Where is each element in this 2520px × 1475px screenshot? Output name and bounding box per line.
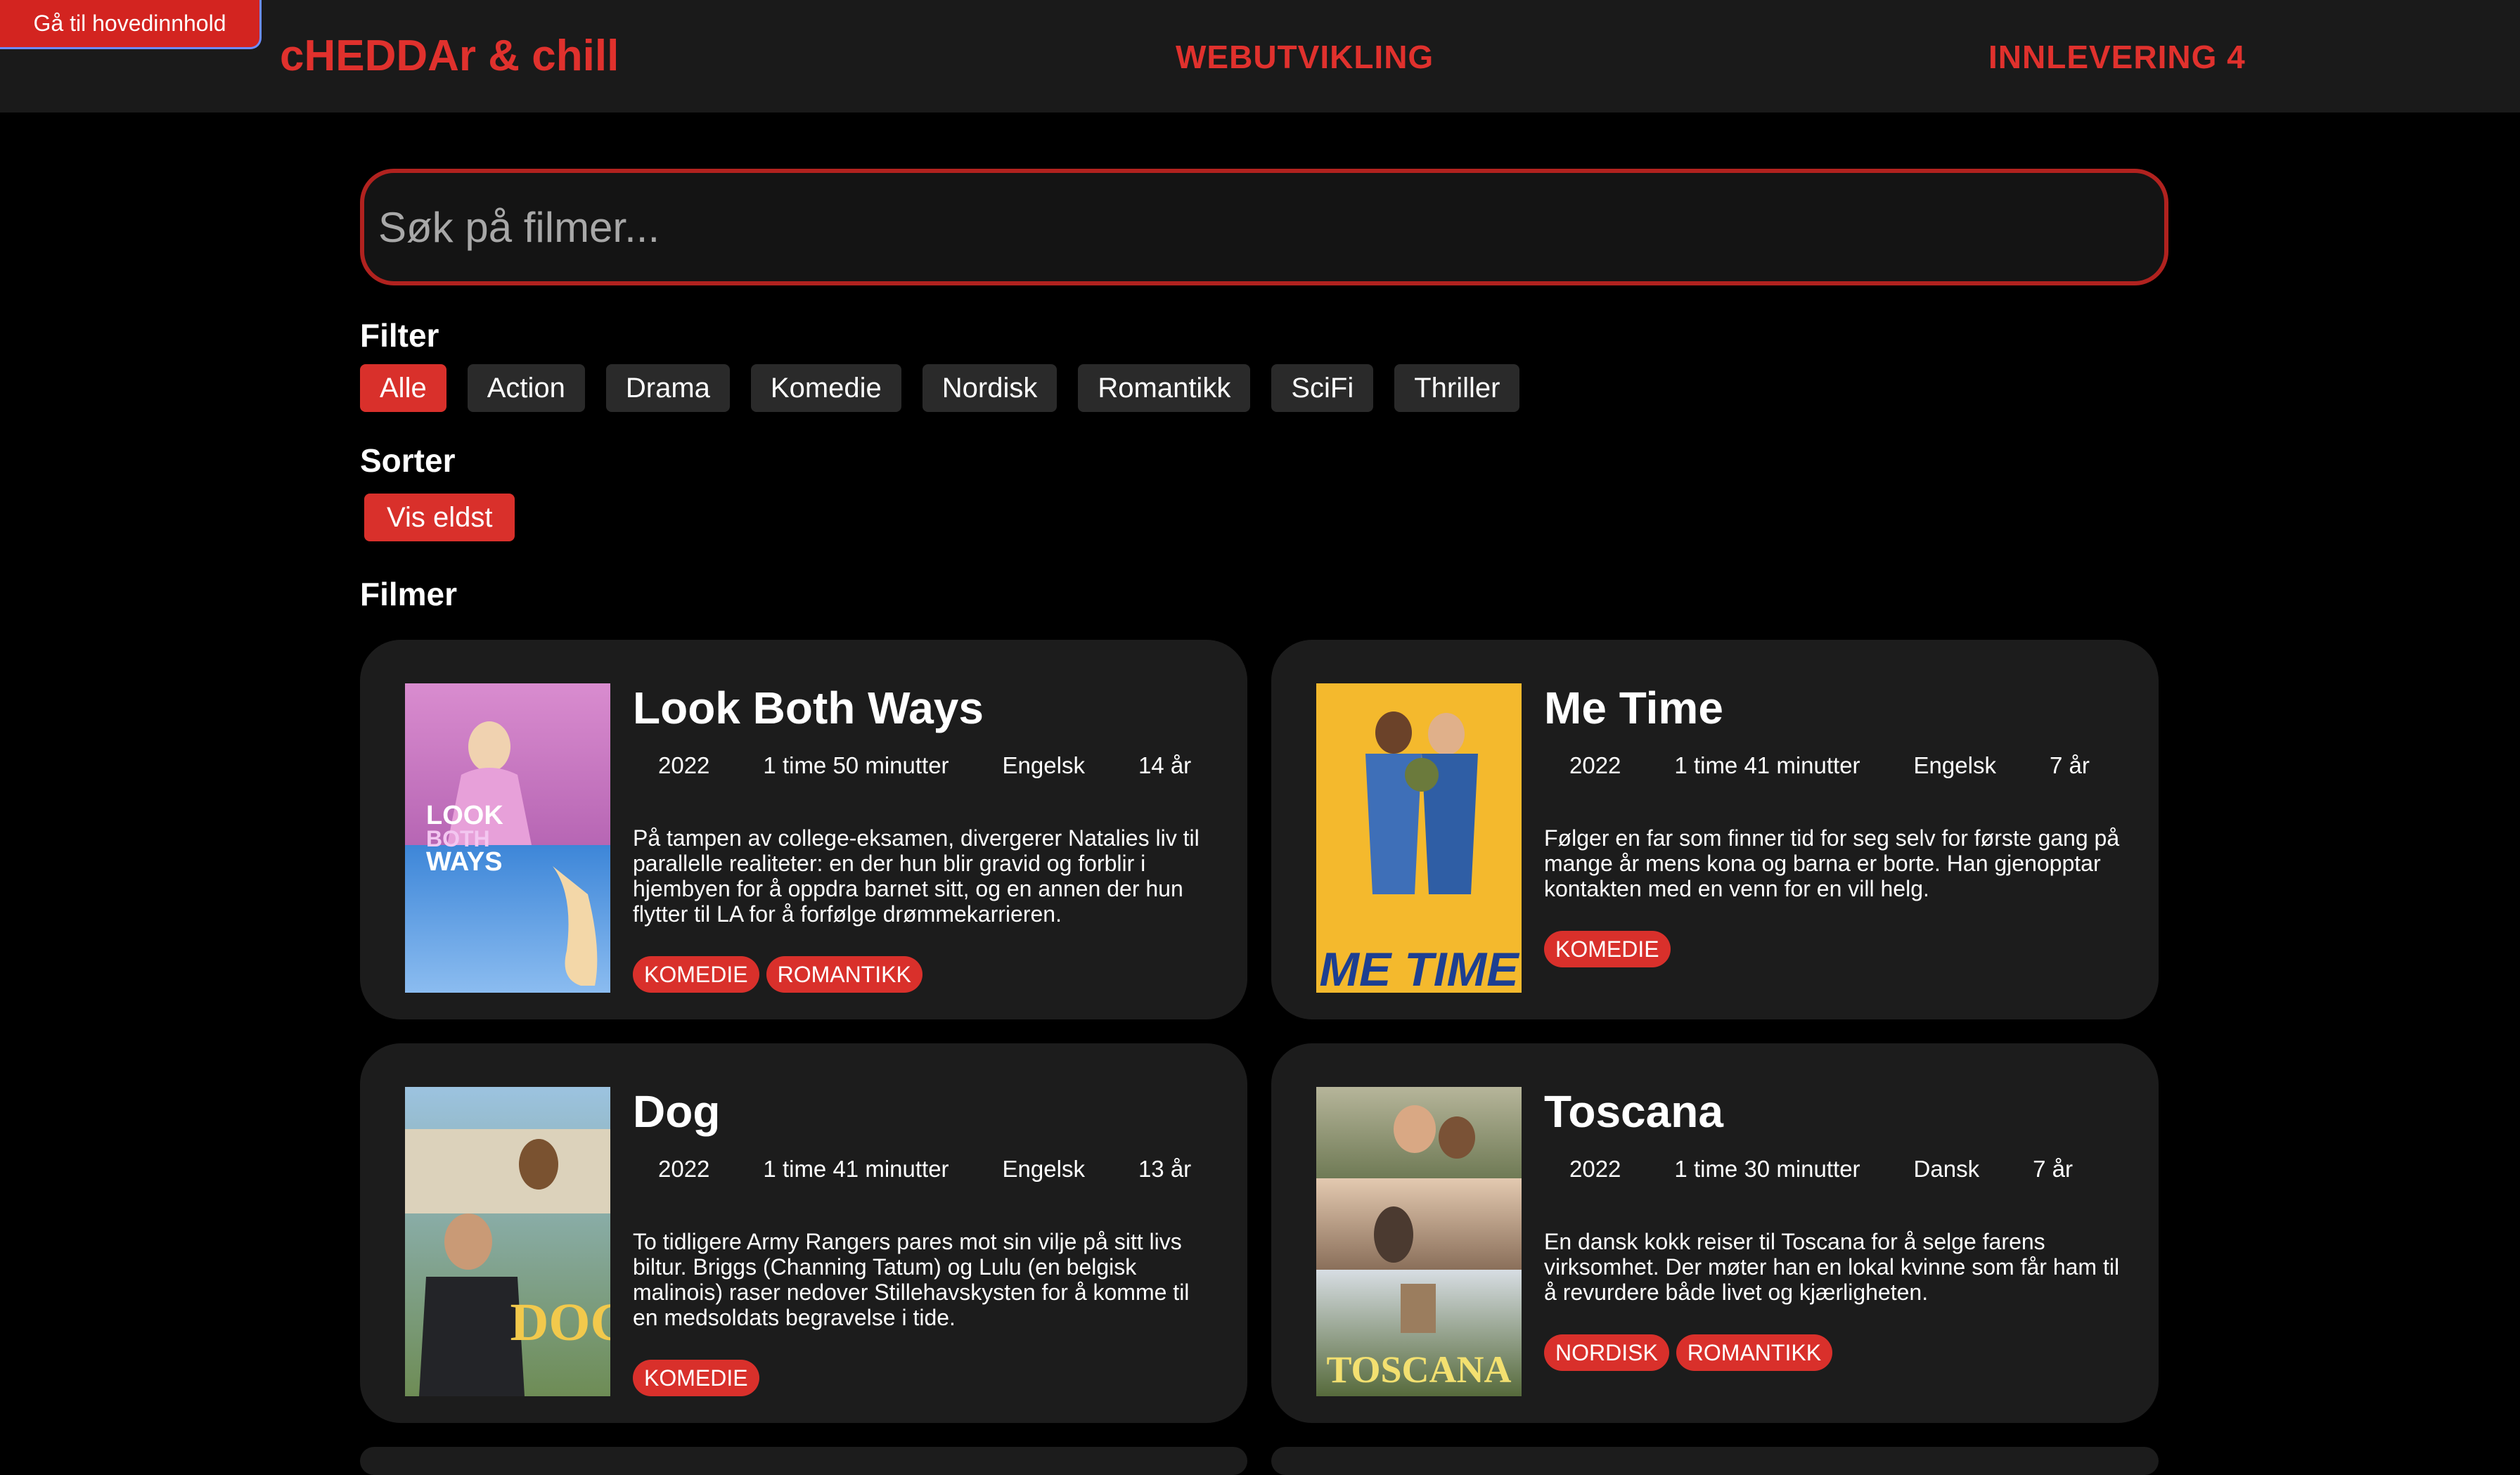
movie-description: Følger en far som finner tid for seg sel… <box>1544 825 2120 901</box>
movies-heading: Filmer <box>360 576 458 612</box>
movie-duration: 1 time 50 minutter <box>763 752 949 778</box>
movie-title: Toscana <box>1544 1086 1723 1137</box>
movie-age-rating: 14 år <box>1138 752 1192 778</box>
movie-duration: 1 time 30 minutter <box>1674 1156 1860 1182</box>
movie-card-partial[interactable] <box>360 1447 1247 1475</box>
movie-duration: 1 time 41 minutter <box>763 1156 949 1182</box>
filter-chip-thriller[interactable]: Thriller <box>1394 364 1520 412</box>
genre-tag[interactable]: ROMANTIKK <box>766 956 922 993</box>
movie-year: 2022 <box>658 752 710 778</box>
filter-chip-scifi[interactable]: SciFi <box>1271 364 1374 412</box>
movie-title: Dog <box>633 1086 721 1137</box>
movie-age-rating: 7 år <box>2033 1156 2073 1182</box>
movie-poster: DOG <box>405 1087 610 1396</box>
movie-meta: 2022 1 time 50 minutter Engelsk 14 år <box>633 752 1218 779</box>
movie-year: 2022 <box>1569 752 1621 778</box>
movie-tags: KOMEDIE ROMANTIKK <box>633 956 922 993</box>
movie-language: Dansk <box>1913 1156 1980 1182</box>
movie-meta: 2022 1 time 30 minutter Dansk 7 år <box>1544 1156 2100 1183</box>
movie-card-me-time[interactable]: ME TIME Me Time 2022 1 time 41 minutter … <box>1271 640 2159 1019</box>
movie-card-toscana[interactable]: TOSCANA Toscana 2022 1 time 30 minutter … <box>1271 1043 2159 1423</box>
movie-card-partial[interactable] <box>1271 1447 2159 1475</box>
filter-heading: Filter <box>360 317 439 354</box>
movie-age-rating: 13 år <box>1138 1156 1192 1182</box>
search-input[interactable] <box>377 202 2164 252</box>
movie-year: 2022 <box>658 1156 710 1182</box>
movie-tags: KOMEDIE <box>633 1360 759 1396</box>
movie-poster: ME TIME <box>1316 683 1522 993</box>
movie-description: En dansk kokk reiser til Toscana for å s… <box>1544 1229 2120 1305</box>
movie-description: To tidligere Army Rangers pares mot sin … <box>633 1229 1190 1330</box>
movie-duration: 1 time 41 minutter <box>1674 752 1860 778</box>
movie-title: Me Time <box>1544 683 1723 733</box>
filter-chip-alle[interactable]: Alle <box>360 364 446 412</box>
svg-text:DOG: DOG <box>510 1293 610 1352</box>
nav-link-webutvikling[interactable]: WEBUTVIKLING <box>1176 38 1434 76</box>
movie-language: Engelsk <box>1913 752 1996 778</box>
filter-chip-nordisk[interactable]: Nordisk <box>922 364 1058 412</box>
movie-year: 2022 <box>1569 1156 1621 1182</box>
movie-age-rating: 7 år <box>2049 752 2090 778</box>
brand-logo[interactable]: cHEDDAr & chill <box>280 31 619 81</box>
site-header: Gå til hovedinnhold cHEDDAr & chill WEBU… <box>0 0 2520 112</box>
movie-description: På tampen av college-eksamen, divergerer… <box>633 825 1200 927</box>
movie-title: Look Both Ways <box>633 683 984 733</box>
movie-meta: 2022 1 time 41 minutter Engelsk 13 år <box>633 1156 1218 1183</box>
filter-options: Alle Action Drama Komedie Nordisk Romant… <box>360 364 1520 412</box>
svg-text:WAYS: WAYS <box>426 847 502 877</box>
skip-to-content-link[interactable]: Gå til hovedinnhold <box>0 0 262 49</box>
movie-language: Engelsk <box>1002 1156 1085 1182</box>
filter-chip-romantikk[interactable]: Romantikk <box>1078 364 1251 412</box>
filter-chip-drama[interactable]: Drama <box>605 364 730 412</box>
svg-text:TOSCANA: TOSCANA <box>1326 1348 1511 1391</box>
genre-tag[interactable]: KOMEDIE <box>1544 931 1671 967</box>
search-box[interactable] <box>360 169 2168 285</box>
movie-card-look-both-ways[interactable]: LOOK BOTH WAYS Look Both Ways 2022 1 tim… <box>360 640 1247 1019</box>
filter-chip-komedie[interactable]: Komedie <box>750 364 901 412</box>
movie-poster: LOOK BOTH WAYS <box>405 683 610 993</box>
movie-card-dog[interactable]: DOG Dog 2022 1 time 41 minutter Engelsk … <box>360 1043 1247 1423</box>
movie-tags: KOMEDIE <box>1544 931 1671 967</box>
movie-tags: NORDISK ROMANTIKK <box>1544 1334 1833 1371</box>
sort-oldest-button[interactable]: Vis eldst <box>364 494 515 541</box>
filter-chip-action[interactable]: Action <box>467 364 585 412</box>
movie-meta: 2022 1 time 41 minutter Engelsk 7 år <box>1544 752 2116 779</box>
svg-text:ME TIME: ME TIME <box>1319 943 1520 993</box>
genre-tag[interactable]: NORDISK <box>1544 1334 1669 1371</box>
movie-language: Engelsk <box>1002 752 1085 778</box>
genre-tag[interactable]: KOMEDIE <box>633 956 759 993</box>
nav-link-innlevering[interactable]: INNLEVERING 4 <box>1988 38 2246 76</box>
movie-poster: TOSCANA <box>1316 1087 1522 1396</box>
genre-tag[interactable]: ROMANTIKK <box>1676 1334 1833 1371</box>
genre-tag[interactable]: KOMEDIE <box>633 1360 759 1396</box>
sort-heading: Sorter <box>360 442 456 479</box>
